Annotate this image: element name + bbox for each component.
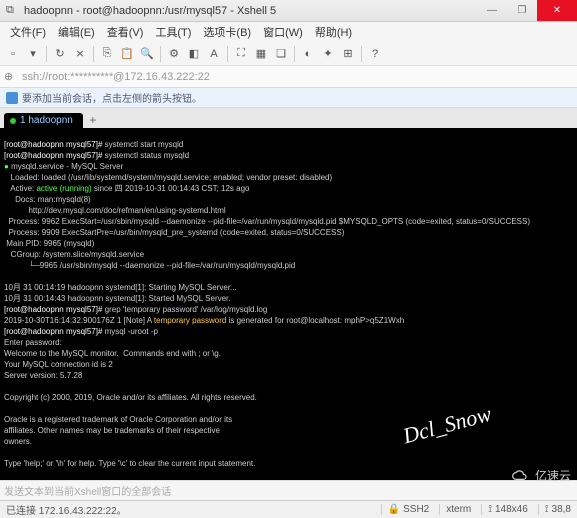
notice-text: 要添加当前会话，点击左侧的箭头按钮。 bbox=[22, 90, 202, 105]
find-icon[interactable]: 🔍 bbox=[138, 45, 156, 63]
term-line: Loaded: loaded (/usr/lib/systemd/system/… bbox=[4, 173, 332, 182]
term-line: Process: 9962 ExecStart=/usr/sbin/mysqld… bbox=[4, 217, 530, 226]
menu-file[interactable]: 文件(F) bbox=[4, 24, 52, 40]
term-line: [root@hadoopnn mysql57]# systemctl statu… bbox=[4, 151, 189, 160]
toolbar: ▫ ▾ ↻ ⨯ ⎘ 📋 🔍 ⚙ ◧ A ⛶ ▦ ❏ ◐ ✦ ⊞ ? bbox=[0, 42, 577, 66]
term-line: Welcome to the MySQL monitor. Commands e… bbox=[4, 349, 221, 358]
tile-icon[interactable]: ▦ bbox=[252, 45, 270, 63]
cascade-icon[interactable]: ❏ bbox=[272, 45, 290, 63]
font-icon[interactable]: A bbox=[205, 45, 223, 63]
term-line: Server version: 5.7.28 bbox=[4, 371, 82, 380]
info-icon bbox=[6, 92, 18, 104]
help-icon[interactable]: ? bbox=[366, 45, 384, 63]
term-line: Active: active (running) since 四 2019-10… bbox=[4, 184, 250, 193]
disconnect-icon[interactable]: ⨯ bbox=[71, 45, 89, 63]
separator bbox=[361, 46, 362, 62]
open-icon[interactable]: ▾ bbox=[24, 45, 42, 63]
menu-tabs[interactable]: 选项卡(B) bbox=[197, 24, 257, 40]
term-line: Copyright (c) 2000, 2019, Oracle and/or … bbox=[4, 393, 257, 402]
menu-window[interactable]: 窗口(W) bbox=[257, 24, 309, 40]
close-button[interactable]: ✕ bbox=[537, 0, 577, 21]
tab-add-button[interactable]: + bbox=[85, 112, 101, 128]
status-connection: 已连接 172.16.43.222:22。 bbox=[6, 502, 127, 517]
notice-bar: 要添加当前会话，点击左侧的箭头按钮。 bbox=[0, 88, 577, 108]
tab-session-1[interactable]: 1 hadoopnn bbox=[4, 113, 83, 128]
separator bbox=[93, 46, 94, 62]
brand-logo: 亿速云 bbox=[511, 467, 571, 484]
new-session-icon[interactable]: ▫ bbox=[4, 45, 22, 63]
separator bbox=[227, 46, 228, 62]
separator bbox=[46, 46, 47, 62]
window-buttons: — ❐ ✕ bbox=[477, 0, 577, 21]
term-line: [root@hadoopnn mysql57]# grep 'temporary… bbox=[4, 305, 267, 314]
color-icon[interactable]: ◧ bbox=[185, 45, 203, 63]
term-line: owners. bbox=[4, 437, 32, 446]
address-text: ssh://root:**********@172.16.43.222:22 bbox=[22, 71, 210, 83]
status-dot-icon bbox=[10, 118, 16, 124]
term-line: 2019-10-30T16:14:32.900176Z 1 [Note] A t… bbox=[4, 316, 404, 325]
term-line: Enter password: bbox=[4, 338, 62, 347]
fullscreen-icon[interactable]: ⛶ bbox=[232, 45, 250, 63]
separator bbox=[294, 46, 295, 62]
menubar: 文件(F) 编辑(E) 查看(V) 工具(T) 选项卡(B) 窗口(W) 帮助(… bbox=[0, 22, 577, 42]
menu-edit[interactable]: 编辑(E) bbox=[52, 24, 101, 40]
watermark: Dcl_Snow bbox=[402, 408, 492, 441]
reconnect-icon[interactable]: ↻ bbox=[51, 45, 69, 63]
term-line: [root@hadoopnn mysql57]# systemctl start… bbox=[4, 140, 183, 149]
address-bar[interactable]: ⊕ ssh://root:**********@172.16.43.222:22 bbox=[0, 66, 577, 88]
term-line: 10月 31 00:14:43 hadoopnn systemd[1]: Sta… bbox=[4, 294, 231, 303]
misc2-icon[interactable]: ✦ bbox=[319, 45, 337, 63]
misc-icon[interactable]: ◐ bbox=[299, 45, 317, 63]
term-line: 10月 31 00:14:19 hadoopnn systemd[1]: Sta… bbox=[4, 283, 237, 292]
term-line: Oracle is a registered trademark of Orac… bbox=[4, 415, 232, 424]
menu-tools[interactable]: 工具(T) bbox=[149, 24, 197, 40]
term-line: Process: 9909 ExecStartPre=/usr/bin/mysq… bbox=[4, 228, 344, 237]
term-line: Main PID: 9965 (mysqld) bbox=[4, 239, 94, 248]
send-bar[interactable]: 发送文本到当前Xshell窗口的全部会话 bbox=[0, 480, 577, 500]
menu-help[interactable]: 帮助(H) bbox=[309, 24, 358, 40]
term-line: [root@hadoopnn mysql57]# mysql -uroot -p bbox=[4, 327, 158, 336]
separator bbox=[160, 46, 161, 62]
menu-view[interactable]: 查看(V) bbox=[101, 24, 150, 40]
paste-icon[interactable]: 📋 bbox=[118, 45, 136, 63]
term-line: Your MySQL connection id is 2 bbox=[4, 360, 113, 369]
term-line: Type 'help;' or '\h' for help. Type '\c'… bbox=[4, 459, 255, 468]
term-line: http://dev.mysql.com/doc/refman/en/using… bbox=[4, 206, 226, 215]
props-icon[interactable]: ⚙ bbox=[165, 45, 183, 63]
session-tabbar: 1 hadoopnn + bbox=[0, 108, 577, 128]
statusbar: 已连接 172.16.43.222:22。 🔒SSH2 xterm ⟟ 148x… bbox=[0, 500, 577, 518]
titlebar: ⧉ hadoopnn - root@hadoopnn:/usr/mysql57 … bbox=[0, 0, 577, 22]
window-title: hadoopnn - root@hadoopnn:/usr/mysql57 - … bbox=[24, 5, 477, 17]
brand-text: 亿速云 bbox=[535, 467, 571, 484]
minimize-button[interactable]: — bbox=[477, 0, 507, 21]
maximize-button[interactable]: ❐ bbox=[507, 0, 537, 21]
globe-icon: ⊕ bbox=[4, 70, 18, 83]
term-line: CGroup: /system.slice/mysqld.service bbox=[4, 250, 144, 259]
term-line: affiliates. Other names may be trademark… bbox=[4, 426, 220, 435]
copy-icon[interactable]: ⎘ bbox=[98, 45, 116, 63]
term-line: Docs: man:mysqld(8) bbox=[4, 195, 91, 204]
term-line: ● mysqld.service - MySQL Server bbox=[4, 162, 123, 171]
terminal[interactable]: [root@hadoopnn mysql57]# systemctl start… bbox=[0, 128, 577, 480]
misc3-icon[interactable]: ⊞ bbox=[339, 45, 357, 63]
term-line: └─9965 /usr/sbin/mysqld --daemonize --pi… bbox=[4, 261, 295, 270]
app-icon: ⧉ bbox=[6, 4, 20, 18]
tab-label: 1 hadoopnn bbox=[20, 115, 73, 126]
